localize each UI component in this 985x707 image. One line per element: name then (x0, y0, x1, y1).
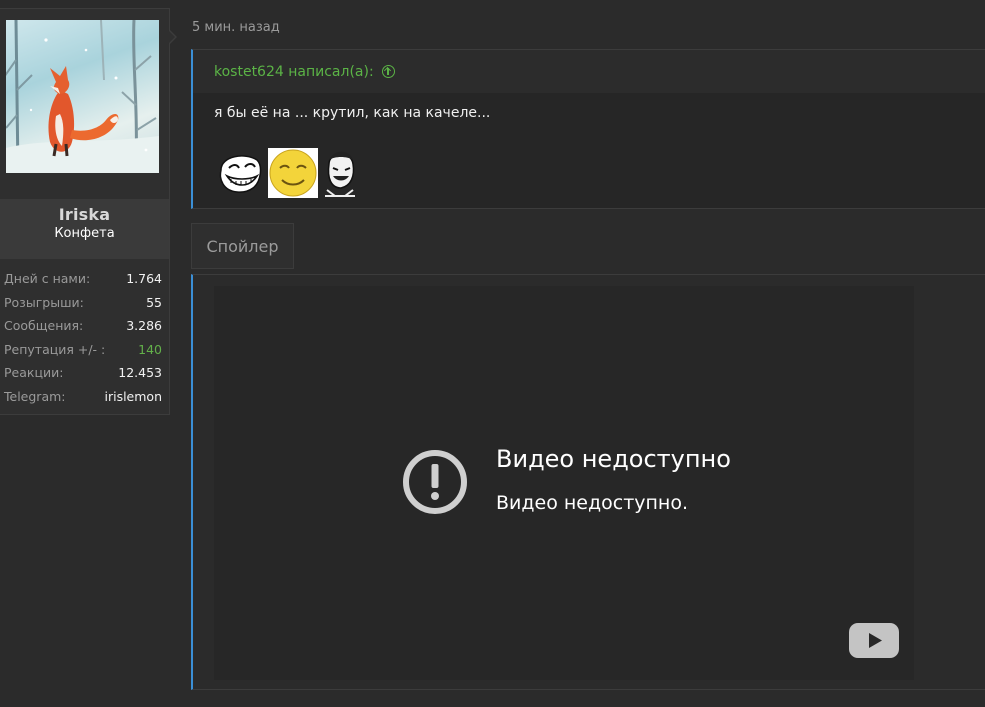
page: Iriska Конфета Дней с нами: 1.764 Розыгр… (0, 0, 985, 707)
stat-row-messages: Сообщения: 3.286 (0, 314, 169, 338)
user-title: Конфета (54, 226, 115, 241)
video-unavailable-subtitle: Видео недоступно. (496, 492, 689, 514)
stat-value[interactable]: 55 (146, 295, 162, 310)
stat-value[interactable]: 12.453 (118, 365, 162, 380)
user-card: Iriska Конфета Дней с нами: 1.764 Розыгр… (0, 8, 177, 415)
trollface-smilie (215, 148, 265, 198)
stat-row-reactions: Реакции: 12.453 (0, 361, 169, 385)
user-stats: Дней с нами: 1.764 Розыгрыши: 55 Сообщен… (0, 267, 169, 408)
quote-block: kostet624 написал(а): я бы её на ... кру… (191, 49, 985, 209)
stat-value: 140 (138, 341, 162, 357)
video-unavailable-title: Видео недоступно (496, 445, 731, 473)
quote-author[interactable]: kostet624 написал(а): (214, 64, 374, 80)
stat-label: Сообщения: (4, 318, 84, 334)
user-name-block: Iriska Конфета (0, 199, 169, 259)
yellow-smug-smilie (268, 148, 318, 198)
spoiler-button[interactable]: Спойлер (191, 223, 294, 269)
smilies-row (215, 148, 359, 198)
stat-label: Реакции: (4, 365, 64, 381)
stat-label: Дней с нами: (4, 271, 91, 287)
avatar[interactable] (6, 20, 159, 173)
stat-row-reputation: Репутация +/- : 140 (0, 338, 169, 362)
user-card-arrow (168, 29, 177, 45)
laughing-man-smilie (321, 148, 359, 198)
video-player[interactable]: Видео недоступно Видео недоступно. (214, 286, 914, 680)
stat-label: Telegram: (4, 388, 66, 404)
fox-avatar-image (6, 20, 159, 173)
jump-to-quote-icon[interactable] (381, 65, 395, 78)
post-timestamp[interactable]: 5 мин. назад (192, 20, 280, 35)
youtube-logo-icon[interactable] (849, 623, 899, 658)
stat-value[interactable]: irislemon (104, 389, 162, 404)
stat-row-telegram: Telegram: irislemon (0, 385, 169, 409)
stat-value: 1.764 (126, 271, 162, 287)
quote-header[interactable]: kostet624 написал(а): (193, 50, 985, 93)
warning-icon (403, 450, 467, 514)
stat-label: Розыгрыши: (4, 294, 84, 310)
stat-row-giveaways: Розыгрыши: 55 (0, 291, 169, 315)
username[interactable]: Iriska (0, 205, 169, 224)
quote-text: я бы её на ... крутил, как на качеле... (214, 105, 491, 121)
stat-label: Репутация +/- : (4, 341, 106, 357)
stat-value[interactable]: 3.286 (126, 318, 162, 333)
stat-row-days: Дней с нами: 1.764 (0, 267, 169, 291)
